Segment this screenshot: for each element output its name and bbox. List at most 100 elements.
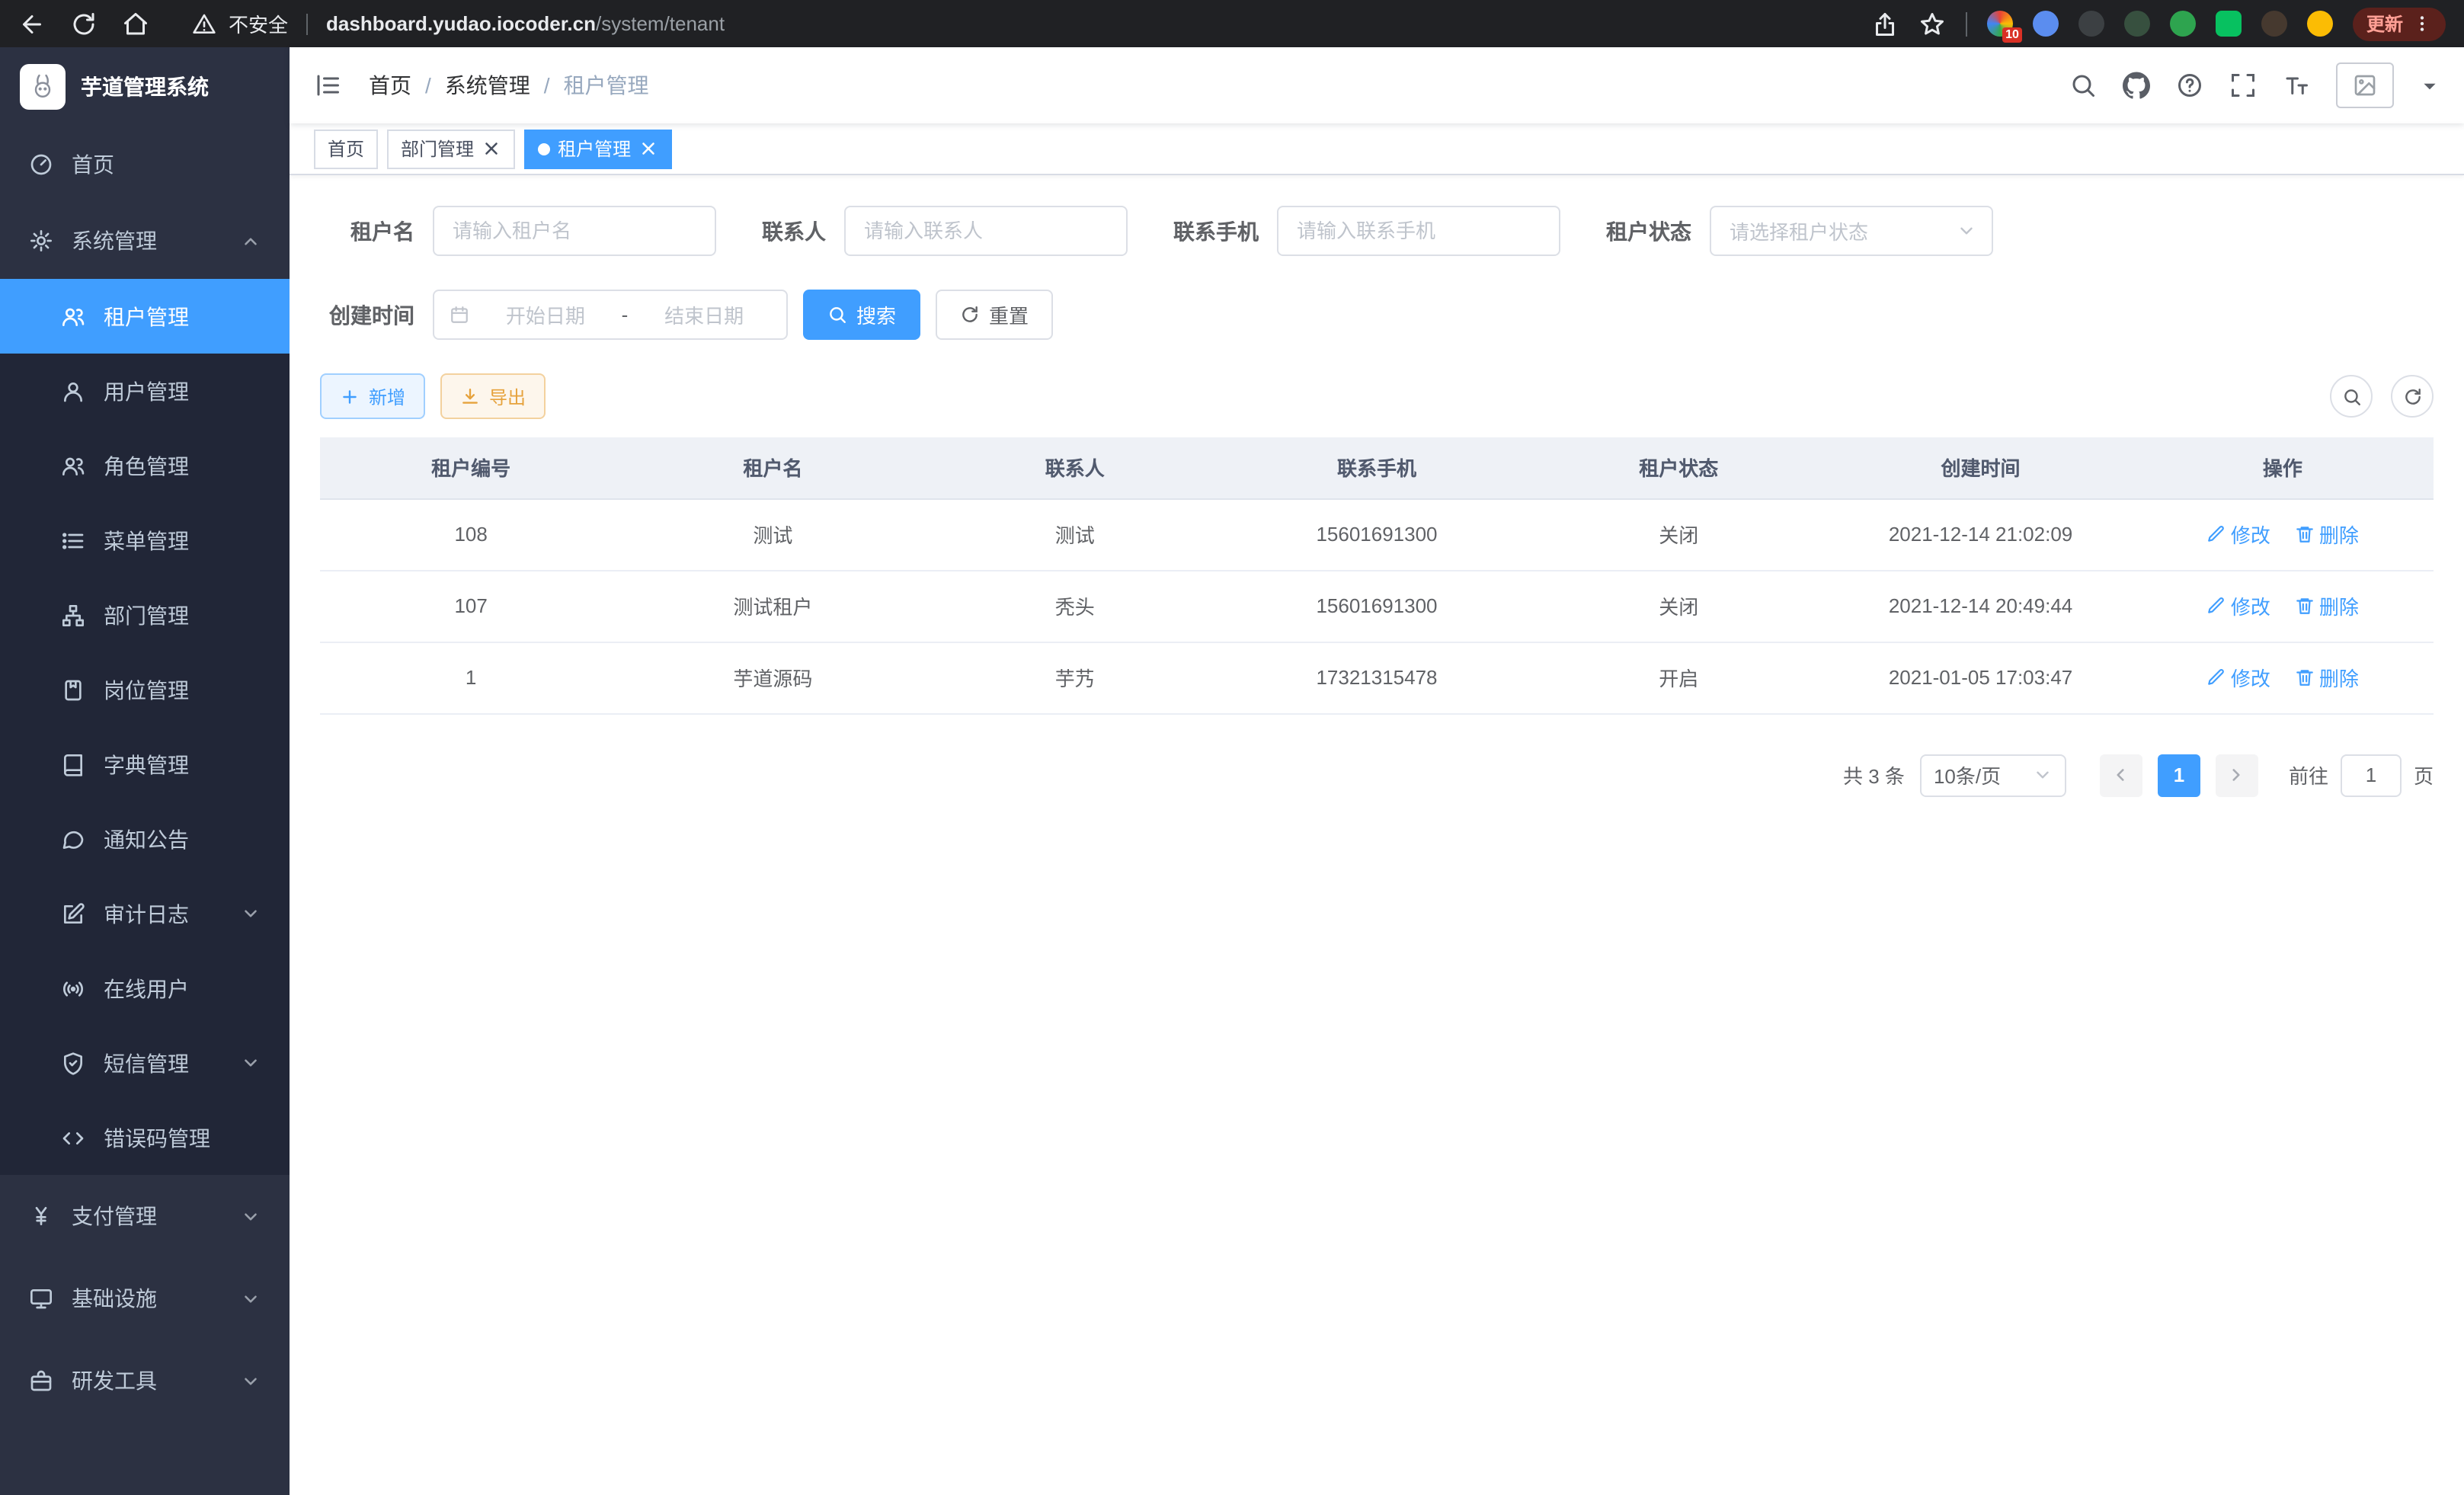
sidebar-item-devtools[interactable]: 研发工具 <box>0 1340 290 1422</box>
sidebar-item-tenant[interactable]: 租户管理 <box>0 279 290 354</box>
extension-icon[interactable] <box>2216 11 2242 37</box>
goto-page-input[interactable] <box>2341 754 2402 796</box>
bookmark-star-icon[interactable] <box>1918 10 1946 37</box>
share-icon[interactable] <box>1871 10 1899 37</box>
add-button[interactable]: 新增 <box>320 373 425 419</box>
tenant-name-input[interactable] <box>433 206 716 256</box>
edit-link[interactable]: 修改 <box>2206 591 2270 620</box>
trash-icon <box>2295 596 2315 616</box>
search-icon[interactable] <box>2069 72 2097 99</box>
goto-label: 前往 <box>2289 760 2328 789</box>
sidebar-item-payment[interactable]: 支付管理 <box>0 1175 290 1257</box>
cell-id: 1 <box>320 642 622 713</box>
close-icon[interactable] <box>638 139 658 158</box>
delete-link[interactable]: 删除 <box>2295 591 2359 620</box>
page-size-select[interactable]: 10条/页 <box>1920 754 2066 796</box>
tab-home[interactable]: 首页 <box>314 129 378 168</box>
caret-down-icon[interactable] <box>2420 75 2440 95</box>
browser-menu-icon[interactable] <box>2412 14 2432 34</box>
extension-icon[interactable] <box>2033 11 2059 37</box>
next-page-button[interactable] <box>2216 754 2258 796</box>
help-icon[interactable] <box>2176 72 2203 99</box>
back-icon[interactable] <box>18 10 46 37</box>
collapse-sidebar-icon[interactable] <box>314 72 341 99</box>
url-host: dashboard.yudao.iocoder.cn <box>326 12 596 35</box>
sidebar-item-home[interactable]: 首页 <box>0 126 290 203</box>
cell-id: 107 <box>320 570 622 642</box>
extension-badge: 10 <box>2002 27 2022 43</box>
sidebar-item-role[interactable]: 角色管理 <box>0 428 290 503</box>
cell-contact: 测试 <box>924 498 1226 570</box>
filter-phone: 联系手机 <box>1173 206 1560 256</box>
breadcrumb-home[interactable]: 首页 <box>369 70 411 101</box>
cell-name: 芋道源码 <box>622 642 923 713</box>
tab-dept[interactable]: 部门管理 <box>387 129 515 168</box>
app-logo[interactable]: 芋道管理系统 <box>0 47 290 126</box>
contact-label: 联系人 <box>762 216 826 246</box>
reload-icon[interactable] <box>70 10 98 37</box>
sidebar-item-dept[interactable]: 部门管理 <box>0 578 290 652</box>
status-select[interactable]: 请选择租户状态 <box>1710 206 1993 256</box>
browser-toolbar: 10 更新 <box>1871 7 2446 40</box>
code-icon <box>61 1125 85 1150</box>
search-button[interactable]: 搜索 <box>803 290 920 340</box>
extension-icon[interactable]: 10 <box>1987 11 2013 37</box>
edit-link[interactable]: 修改 <box>2206 663 2270 692</box>
sidebar-item-online-user[interactable]: 在线用户 <box>0 951 290 1026</box>
font-size-icon[interactable] <box>2283 72 2310 99</box>
pagination-total: 共 3 条 <box>1843 760 1905 789</box>
sidebar-item-system[interactable]: 系统管理 <box>0 203 290 279</box>
address-bar[interactable]: 不安全 dashboard.yudao.iocoder.cn/system/te… <box>192 9 1850 38</box>
goto-page: 前往 页 <box>2289 754 2434 796</box>
refresh-table-button[interactable] <box>2391 375 2434 418</box>
home-icon[interactable] <box>122 10 149 37</box>
sidebar-item-dict[interactable]: 字典管理 <box>0 727 290 802</box>
close-icon[interactable] <box>482 139 501 158</box>
delete-link[interactable]: 删除 <box>2295 663 2359 692</box>
app-title: 芋道管理系统 <box>81 72 209 102</box>
extension-icon[interactable] <box>2078 11 2104 37</box>
delete-link[interactable]: 删除 <box>2295 520 2359 549</box>
extension-icon[interactable] <box>2261 11 2287 37</box>
edit-link[interactable]: 修改 <box>2206 520 2270 549</box>
update-button[interactable]: 更新 <box>2353 7 2446 40</box>
sidebar-item-sms[interactable]: 短信管理 <box>0 1026 290 1100</box>
export-button[interactable]: 导出 <box>440 373 546 419</box>
profile-avatar[interactable] <box>2307 11 2333 37</box>
sidebar-item-menu[interactable]: 菜单管理 <box>0 503 290 578</box>
table-row: 107 测试租户 秃头 15601691300 关闭 2021-12-14 20… <box>320 570 2434 642</box>
users-icon <box>61 304 85 328</box>
download-icon <box>460 386 480 406</box>
sidebar-item-notice[interactable]: 通知公告 <box>0 802 290 876</box>
navbar-actions <box>2069 62 2440 108</box>
url-text: dashboard.yudao.iocoder.cn/system/tenant <box>326 12 725 35</box>
fullscreen-icon[interactable] <box>2229 72 2257 99</box>
phone-input[interactable] <box>1277 206 1560 256</box>
sidebar-item-post[interactable]: 岗位管理 <box>0 652 290 727</box>
sidebar-item-error-code[interactable]: 错误码管理 <box>0 1100 290 1175</box>
cell-phone: 15601691300 <box>1226 498 1528 570</box>
sidebar-item-user[interactable]: 用户管理 <box>0 354 290 428</box>
breadcrumb-system[interactable]: 系统管理 <box>445 70 530 101</box>
chevron-down-icon <box>1957 221 1976 241</box>
sidebar-item-infra[interactable]: 基础设施 <box>0 1257 290 1340</box>
toggle-search-button[interactable] <box>2330 375 2373 418</box>
breadcrumb-separator: / <box>425 73 431 98</box>
col-created: 创建时间 <box>1829 437 2131 498</box>
user-avatar[interactable] <box>2336 62 2394 108</box>
reset-button[interactable]: 重置 <box>936 290 1053 340</box>
page-number-button[interactable]: 1 <box>2158 754 2200 796</box>
github-icon[interactable] <box>2123 72 2150 99</box>
extension-icon[interactable] <box>2170 11 2196 37</box>
contact-input[interactable] <box>844 206 1128 256</box>
chevron-left-icon <box>2111 765 2131 785</box>
date-range-picker[interactable]: 开始日期 - 结束日期 <box>433 290 788 340</box>
prev-page-button[interactable] <box>2100 754 2142 796</box>
broken-image-icon <box>2353 73 2377 98</box>
extension-icon[interactable] <box>2124 11 2150 37</box>
chevron-down-icon <box>241 1371 261 1391</box>
sidebar-item-audit-log[interactable]: 审计日志 <box>0 876 290 951</box>
tab-tenant[interactable]: 租户管理 <box>524 129 672 168</box>
chevron-down-icon <box>2033 765 2053 785</box>
cell-created: 2021-12-14 21:02:09 <box>1829 498 2131 570</box>
